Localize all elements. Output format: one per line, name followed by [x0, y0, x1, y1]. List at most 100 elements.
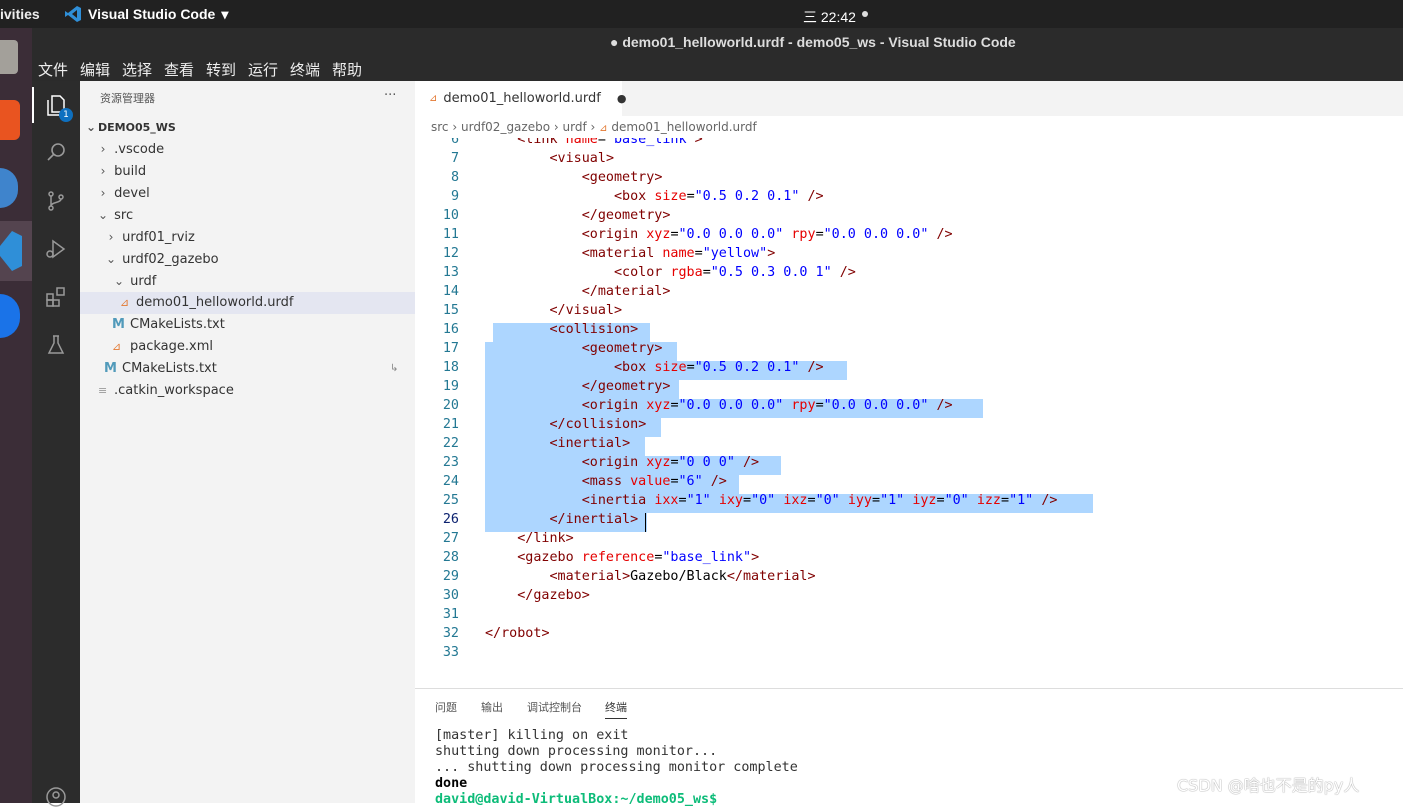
menu-edit[interactable]: 编辑: [80, 59, 110, 80]
cmake-file-icon: M: [104, 361, 117, 376]
terminal-line: [master] killing on exit: [435, 728, 629, 743]
tree-item-urdf01-rviz[interactable]: › urdf01_rviz: [80, 226, 415, 248]
accounts-icon[interactable]: [42, 783, 70, 811]
line-number: 20: [442, 398, 459, 413]
line-number: 15: [442, 303, 459, 318]
testing-icon[interactable]: [42, 331, 70, 359]
code-line: <color rgba="0.5 0.3 0.0 1" />: [614, 265, 856, 280]
chevron-right-icon: ›: [452, 120, 458, 134]
breadcrumb-src[interactable]: src: [431, 120, 449, 134]
tree-item-devel[interactable]: › devel: [80, 182, 415, 204]
vscode-dock-icon[interactable]: [0, 221, 32, 281]
code-line: <inertial>: [549, 436, 631, 451]
code-line: </visual>: [549, 303, 623, 318]
code-line: </link>: [517, 531, 574, 546]
tree-item-src[interactable]: ⌄ src: [80, 204, 415, 226]
code-editor[interactable]: 6 <link name="base_link"> 7 <visual> 8 <ge…: [415, 138, 1403, 688]
line-number: 22: [442, 436, 459, 451]
tree-item-urdf02-gazebo[interactable]: ⌄ urdf02_gazebo: [80, 248, 415, 270]
code-line: <origin xyz="0.0 0.0 0.0" rpy="0.0 0.0 0…: [581, 398, 953, 413]
tree-item-cmakelists-txt[interactable]: M CMakeLists.txt ↳: [80, 358, 415, 380]
software-dock-icon[interactable]: [0, 100, 20, 140]
menu-selection[interactable]: 选择: [122, 59, 152, 80]
explorer-sidebar: 资源管理器 ··· ⌄ DEMO05_WS › .vscode › build ›…: [80, 81, 415, 803]
line-number: 29: [442, 569, 459, 584]
extensions-icon[interactable]: [42, 283, 70, 311]
line-number: 12: [442, 246, 459, 261]
tree-item-build[interactable]: › build: [80, 160, 415, 182]
search-icon[interactable]: [42, 138, 70, 166]
menu-run[interactable]: 运行: [248, 59, 278, 80]
window-title: ● demo01_helloworld.urdf - demo05_ws - V…: [610, 34, 1016, 50]
activities-button[interactable]: ivities: [0, 6, 40, 22]
breadcrumb-urdf[interactable]: urdf: [563, 120, 587, 134]
rss-file-icon: ⊿: [599, 123, 608, 134]
line-number: 26: [442, 512, 459, 527]
menu-help[interactable]: 帮助: [332, 59, 362, 80]
tab-output[interactable]: 输出: [481, 699, 503, 715]
tree-item-catkin-workspace[interactable]: ≡ .catkin_workspace: [80, 380, 415, 402]
rss-file-icon: ⊿: [429, 93, 438, 104]
workspace-root[interactable]: ⌄ DEMO05_WS: [80, 116, 415, 138]
tab-terminal[interactable]: 终端: [605, 699, 627, 719]
code-line: </geometry>: [581, 208, 671, 223]
menu-view[interactable]: 查看: [164, 59, 194, 80]
code-line: <box size="0.5 0.2 0.1" />: [614, 360, 824, 375]
chevron-right-icon: ›: [100, 186, 106, 200]
line-number: 33: [442, 645, 459, 660]
tree-item-vscode[interactable]: › .vscode: [80, 138, 415, 160]
line-number: 30: [442, 588, 459, 603]
line-number: 23: [442, 455, 459, 470]
chevron-right-icon: ›: [100, 164, 106, 178]
code-line: <collision>: [549, 322, 639, 337]
chevron-down-icon: ⌄: [113, 274, 125, 288]
tab-debug-console[interactable]: 调试控制台: [527, 699, 582, 715]
source-control-icon[interactable]: [42, 187, 70, 215]
clock[interactable]: 三 22:42: [803, 7, 856, 27]
line-number: 13: [442, 265, 459, 280]
line-number: 9: [450, 189, 459, 204]
line-number: 17: [442, 341, 459, 356]
tree-item-demo01-helloworld-urdf[interactable]: ⊿ demo01_helloworld.urdf: [80, 292, 415, 314]
code-line: <inertia ixx="1" ixy="0" ixz="0" iyy="1"…: [581, 493, 1058, 508]
code-line: <material>Gazebo/Black</material>: [549, 569, 816, 584]
chevron-down-icon: ⌄: [85, 120, 97, 134]
app-menu[interactable]: Visual Studio Code ▾: [64, 5, 228, 23]
code-line: <box size="0.5 0.2 0.1" />: [614, 189, 824, 204]
tab-demo01-helloworld-urdf[interactable]: ⊿ demo01_helloworld.urdf ●: [415, 81, 626, 116]
code-line: <mass value="6" />: [581, 474, 727, 489]
editor-tabs: ⊿ demo01_helloworld.urdf ●: [415, 81, 1403, 116]
explorer-header: 资源管理器: [100, 92, 155, 105]
chrome-dock-icon[interactable]: [0, 294, 20, 338]
explorer-icon[interactable]: 1: [42, 91, 73, 122]
terminal-prompt[interactable]: david@david-VirtualBox:~/demo05_ws$: [435, 792, 717, 807]
vscode-icon: [0, 231, 22, 271]
tree-item-package-xml[interactable]: ⊿ package.xml: [80, 336, 415, 358]
line-number: 16: [442, 322, 459, 337]
menu-go[interactable]: 转到: [206, 59, 236, 80]
code-line: <geometry>: [581, 170, 663, 185]
system-top-bar: ivities Visual Studio Code ▾ 三 22:42: [0, 0, 1403, 28]
chevron-right-icon: ›: [108, 230, 114, 244]
line-number: 27: [442, 531, 459, 546]
tree-item-urdf[interactable]: ⌄ urdf: [80, 270, 415, 292]
chevron-down-icon: ⌄: [97, 208, 109, 222]
app-name: Visual Studio Code: [88, 6, 216, 22]
chevron-right-icon: ›: [100, 142, 106, 156]
tree-item-cmakelists-txt[interactable]: M CMakeLists.txt: [80, 314, 415, 336]
code-line: <visual>: [549, 151, 615, 166]
code-line: <origin xyz="0.0 0.0 0.0" rpy="0.0 0.0 0…: [581, 227, 953, 242]
help-dock-icon[interactable]: [0, 168, 18, 208]
menu-file[interactable]: 文件: [38, 59, 68, 80]
code-line: <material name="yellow">: [581, 246, 776, 261]
unsaved-dot-icon[interactable]: ●: [617, 92, 627, 105]
more-actions-button[interactable]: ···: [384, 88, 396, 103]
code-line: </collision>: [549, 417, 647, 432]
run-debug-icon[interactable]: [42, 235, 70, 263]
menu-terminal[interactable]: 终端: [290, 59, 320, 80]
breadcrumb-urdf02-gazebo[interactable]: urdf02_gazebo: [461, 120, 550, 134]
breadcrumb-file[interactable]: demo01_helloworld.urdf: [611, 120, 756, 134]
line-number: 11: [442, 227, 459, 242]
tab-problems[interactable]: 问题: [435, 699, 457, 715]
files-dock-icon[interactable]: [0, 40, 18, 74]
